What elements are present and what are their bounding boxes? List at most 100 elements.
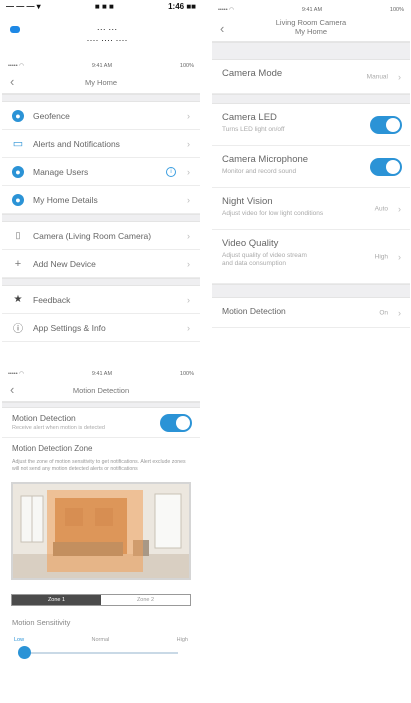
nav-bar: ‹ My Home [2, 72, 200, 94]
menu-item-alerts[interactable]: ▭ Alerts and Notifications › [2, 130, 200, 158]
camera-led-row: Camera LED Turns LED light on/off [212, 104, 410, 146]
status-mid: ■ ■ ■ [94, 2, 114, 11]
status-right: 1:46 ■■ [168, 2, 196, 11]
menu-item-label: Camera (Living Room Camera) [33, 230, 152, 241]
room-illustration [13, 484, 189, 578]
star-icon: ★ [13, 294, 23, 305]
night-vision-row[interactable]: Night Vision Adjust video for low light … [212, 188, 410, 230]
menu-item-home-details[interactable]: ● My Home Details › [2, 186, 200, 214]
sensitivity-low-label: Low [14, 637, 25, 643]
sensitivity-slider-knob[interactable] [18, 646, 31, 659]
chevron-right-icon: › [398, 71, 401, 82]
header-text: ··· ··· ···· ···· ···· [62, 24, 152, 46]
menu-item-manage-users[interactable]: ● Manage Users i › [2, 158, 200, 186]
clock: 9:41 AM [91, 63, 113, 69]
chevron-right-icon: › [187, 294, 190, 305]
sensitivity-high-label: High [176, 637, 188, 643]
menu-item-label: Feedback [33, 294, 71, 305]
chevron-right-icon: › [187, 258, 190, 269]
video-quality-label: Video Quality [222, 238, 279, 249]
chevron-right-icon: › [187, 322, 190, 333]
zone-preview[interactable] [2, 482, 200, 580]
menu-item-label: My Home Details [33, 194, 98, 205]
geofence-icon: ● [12, 109, 24, 122]
group-divider [212, 284, 410, 298]
group-divider [212, 42, 410, 60]
motion-detection-toggle[interactable] [160, 413, 192, 432]
page-title: Living Room Camera My Home [212, 18, 410, 36]
zone-segmented-control: Zone 1 Zone 2 [11, 594, 191, 606]
camera-icon: ▯ [15, 230, 21, 240]
zone-description: Adjust the zone of motion sensitivity to… [12, 459, 186, 472]
group-divider [2, 94, 200, 102]
zone-overlay[interactable] [47, 490, 143, 572]
menu-item-camera[interactable]: ▯ Camera (Living Room Camera) › [2, 222, 200, 250]
menu-item-feedback[interactable]: ★ Feedback › [2, 286, 200, 314]
page-title: My Home [84, 78, 118, 87]
camera-microphone-row: Camera Microphone Monitor and record sou… [212, 146, 410, 188]
chevron-right-icon: › [187, 110, 190, 121]
carrier: ••••• ◠ [8, 371, 24, 377]
carrier: ••••• ◠ [8, 63, 24, 69]
sensitivity-label: Motion Sensitivity [12, 618, 71, 627]
my-home-screen: ••••• ◠ 9:41 AM 100% ‹ My Home ● Geofenc… [2, 60, 200, 350]
camera-mode-value: Manual [366, 73, 388, 80]
motion-toggle-row: Motion Detection Receive alert when moti… [2, 408, 200, 438]
info-icon: ⓘ [13, 324, 23, 335]
battery: 100% [389, 7, 404, 13]
sensitivity-scale: Low Normal High [12, 637, 190, 643]
video-quality-subtitle: Adjust quality of video stream and data … [222, 252, 307, 267]
nav-bar: ‹ Motion Detection [2, 380, 200, 402]
info-badge-icon[interactable]: i [166, 166, 176, 177]
camera-led-toggle[interactable] [370, 115, 402, 134]
video-quality-row[interactable]: Video Quality Adjust quality of video st… [212, 230, 410, 284]
motion-detection-row[interactable]: Motion Detection On › [212, 298, 410, 328]
motion-detection-screen: ••••• ◠ 9:41 AM 100% ‹ Motion Detection … [2, 368, 200, 703]
menu-item-app-settings[interactable]: ⓘ App Settings & Info › [2, 314, 200, 342]
nav-bar: ‹ Living Room Camera My Home [212, 16, 410, 42]
zone-selector: Zone 1 Zone 2 [2, 594, 200, 606]
alerts-icon: ▭ [12, 138, 24, 150]
home-details-icon: ● [12, 193, 24, 206]
zone-1-tab[interactable]: Zone 1 [12, 595, 101, 605]
night-vision-subtitle: Adjust video for low light conditions [222, 210, 324, 217]
menu-item-label: App Settings & Info [33, 322, 106, 333]
page-subtitle: My Home [294, 27, 328, 36]
camera-microphone-subtitle: Monitor and record sound [222, 168, 297, 175]
menu-item-add-device[interactable]: + Add New Device › [2, 250, 200, 278]
battery: 100% [179, 371, 194, 377]
page-title: Motion Detection [72, 386, 130, 395]
motion-detection-label: Motion Detection [222, 306, 286, 316]
carrier: ••••• ◠ [218, 7, 234, 13]
chevron-right-icon: › [398, 203, 401, 214]
chevron-right-icon: › [398, 251, 401, 262]
menu-item-geofence[interactable]: ● Geofence › [2, 102, 200, 130]
status-bar: ••••• ◠ 9:41 AM 100% [2, 368, 200, 380]
camera-microphone-toggle[interactable] [370, 157, 402, 176]
status-left: — — — ▾ [6, 2, 41, 11]
plus-icon: + [14, 257, 22, 270]
group-divider [2, 214, 200, 222]
chevron-right-icon: › [187, 166, 190, 177]
zone-2-tab[interactable]: Zone 2 [101, 595, 190, 605]
camera-mode-row[interactable]: Camera Mode Manual › [212, 60, 410, 94]
motion-detection-value: On [379, 309, 388, 316]
sensitivity-slider[interactable] [18, 646, 178, 659]
camera-led-subtitle: Turns LED light on/off [222, 126, 285, 133]
battery: 100% [179, 63, 194, 69]
app-logo-icon [10, 26, 20, 33]
header-line-1: ··· ··· [96, 24, 118, 34]
menu-item-label: Alerts and Notifications [33, 138, 120, 149]
chevron-right-icon: › [187, 194, 190, 205]
zone-label: Motion Detection Zone [12, 444, 93, 453]
top-header: — — — ▾ ■ ■ ■ 1:46 ■■ ··· ··· ···· ···· … [0, 0, 200, 56]
menu-item-label: Geofence [33, 110, 70, 121]
group-divider [2, 278, 200, 286]
camera-preview-image[interactable] [11, 482, 191, 580]
camera-settings-screen: ••••• ◠ 9:41 AM 100% ‹ Living Room Camer… [212, 4, 410, 350]
chevron-right-icon: › [187, 230, 190, 241]
zone-section: Motion Detection Zone Adjust the zone of… [2, 438, 200, 472]
status-bar: ••••• ◠ 9:41 AM 100% [212, 4, 410, 16]
sensitivity-section: Motion Sensitivity Low Normal High [2, 606, 200, 659]
page-title-main: Living Room Camera [275, 18, 347, 27]
